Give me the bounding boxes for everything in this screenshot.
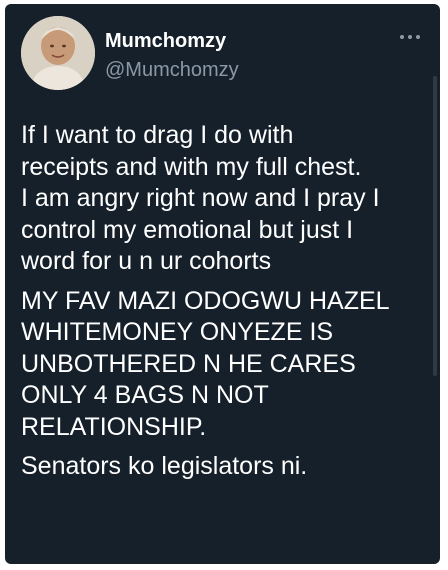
user-handle[interactable]: @Mumchomzy xyxy=(105,58,239,82)
tweet-text: If I want to drag I do with receipts and… xyxy=(21,120,431,491)
display-name[interactable]: Mumchomzy xyxy=(105,29,226,53)
tweet-paragraph: If I want to drag I do with receipts and… xyxy=(21,121,380,275)
avatar[interactable] xyxy=(21,16,95,90)
tweet-paragraph: MY FAV MAZI ODOGWU HAZEL WHITEMONEY ONYE… xyxy=(21,286,390,441)
avatar-image xyxy=(21,16,95,90)
ellipsis-icon xyxy=(400,35,420,39)
tweet-card: Mumchomzy @Mumchomzy If I want to drag I… xyxy=(5,4,440,564)
scrollbar[interactable] xyxy=(433,76,437,376)
more-options-button[interactable] xyxy=(398,30,422,44)
tweet-paragraph: Senators ko legislators ni. xyxy=(21,452,308,480)
